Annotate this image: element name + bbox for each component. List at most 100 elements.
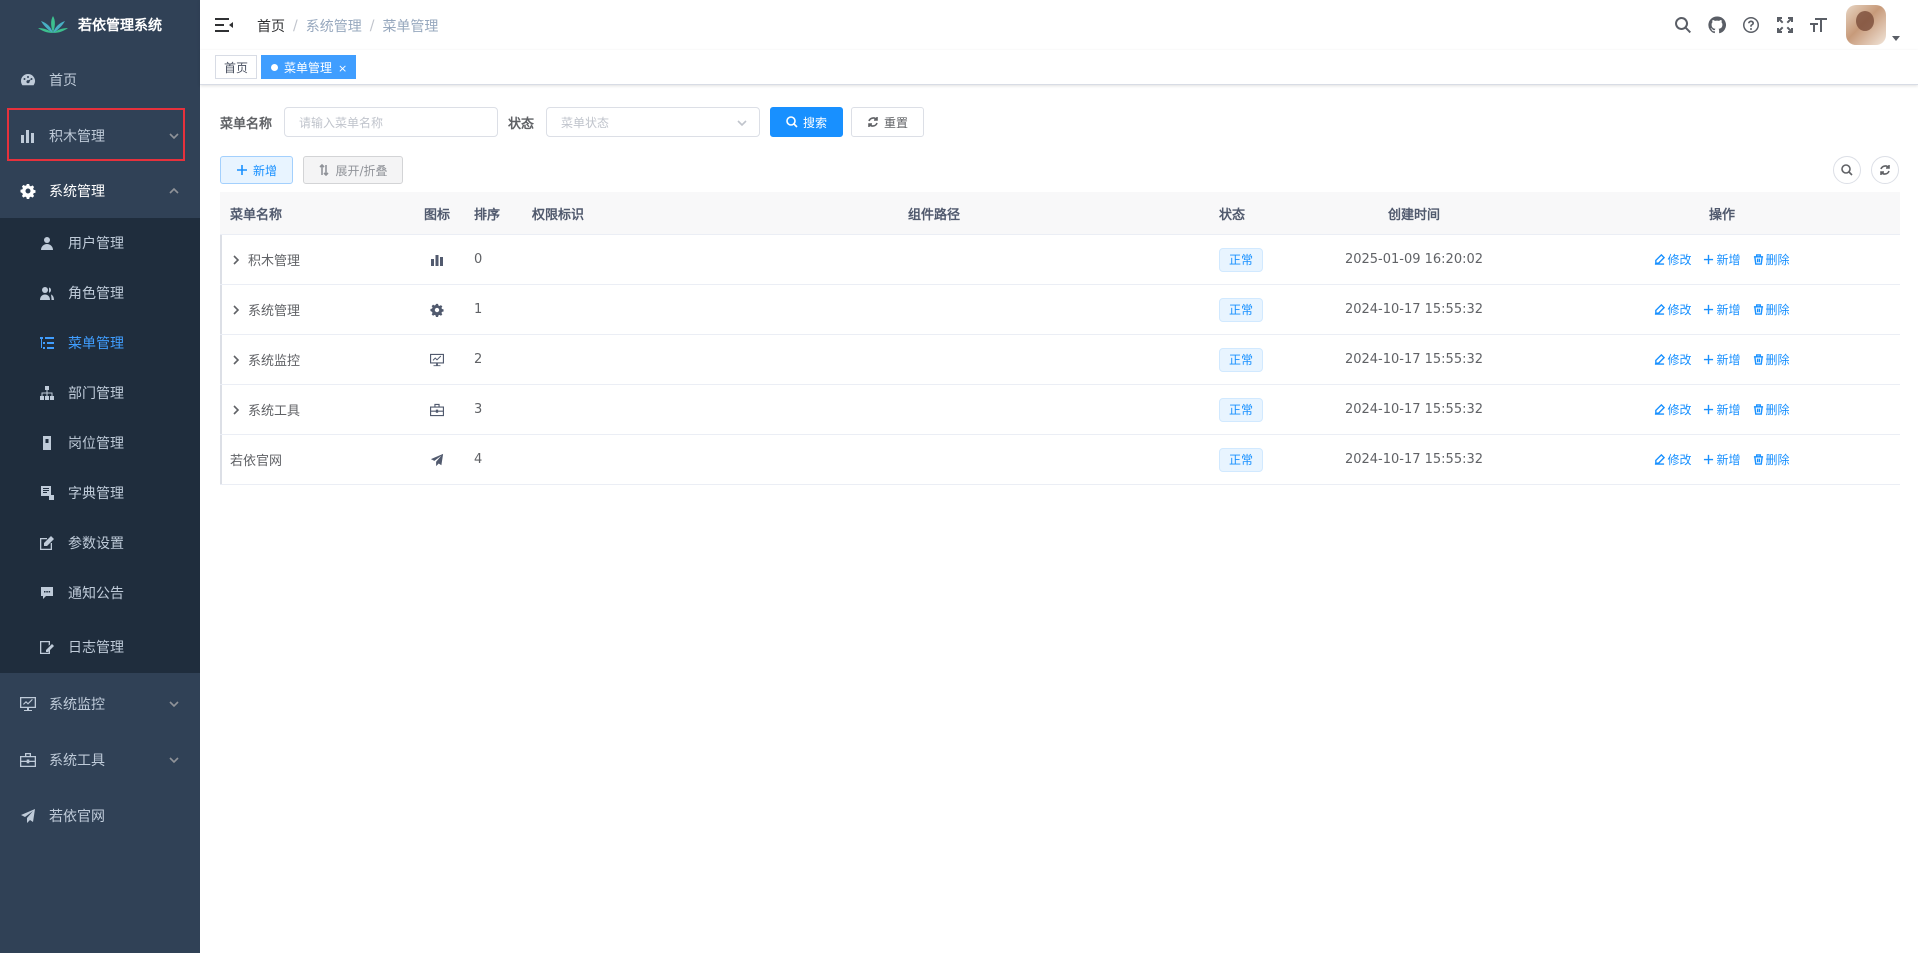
menu-order: 0 — [474, 252, 483, 267]
tag-home[interactable]: 首页 — [215, 55, 258, 79]
sidebar-item-posts[interactable]: 岗位管理 — [0, 418, 200, 468]
sidebar-item-depts[interactable]: 部门管理 — [0, 368, 200, 418]
menu-order: 2 — [474, 352, 483, 367]
refresh-icon — [1880, 165, 1890, 175]
add-child-button[interactable]: 新增 — [1703, 301, 1741, 318]
delete-button[interactable]: 删除 — [1753, 401, 1790, 418]
sidebar-item-label: 系统工具 — [49, 753, 105, 769]
table-row[interactable]: 系统工具 3 正常 2024-10-17 15:55:32 修改 新增 删除 — [220, 385, 1900, 435]
sidebar-item-roles[interactable]: 角色管理 — [0, 268, 200, 318]
menu-name-input[interactable]: 请输入菜单名称 — [284, 107, 499, 137]
trash-icon — [1753, 304, 1763, 315]
reset-button[interactable]: 重置 — [851, 107, 925, 137]
search-form: 菜单名称 请输入菜单名称 状态 菜单状态 搜索 重置 — [220, 106, 925, 138]
search-icon — [786, 116, 798, 128]
breadcrumb-home[interactable]: 首页 — [257, 16, 285, 36]
app-logo[interactable]: 若依管理系统 — [0, 0, 200, 50]
add-child-button[interactable]: 新增 — [1703, 351, 1741, 368]
plus-icon — [1704, 404, 1714, 415]
sidebar-item-label: 字典管理 — [68, 486, 124, 502]
sidebar-item-label: 菜单管理 — [68, 336, 124, 352]
message-icon — [40, 586, 54, 600]
hamburger-icon[interactable] — [215, 16, 233, 34]
edit-button[interactable]: 修改 — [1654, 401, 1691, 418]
create-time: 2024-10-17 15:55:32 — [1344, 302, 1484, 317]
edit-button[interactable]: 修改 — [1654, 301, 1691, 318]
table-row[interactable]: 系统管理 1 正常 2024-10-17 15:55:32 修改 新增 删除 — [220, 285, 1900, 335]
edit-button[interactable]: 修改 — [1654, 351, 1691, 368]
sidebar-item-system[interactable]: 系统管理 — [0, 163, 200, 219]
status-select[interactable]: 菜单状态 — [546, 107, 761, 137]
sidebar-item-label: 用户管理 — [68, 236, 124, 252]
sidebar-item-home[interactable]: 首页 — [0, 52, 200, 108]
sidebar-item-config[interactable]: 参数设置 — [0, 518, 200, 568]
fullscreen-icon[interactable] — [1768, 0, 1802, 50]
close-icon[interactable]: × — [338, 62, 347, 75]
menu-name-placeholder: 请输入菜单名称 — [299, 115, 384, 130]
question-icon[interactable] — [1734, 0, 1768, 50]
expand-arrow-icon[interactable] — [230, 304, 242, 316]
sidebar-item-label: 日志管理 — [68, 640, 124, 656]
column-header: 组件路径 — [907, 207, 960, 223]
sidebar-item-label: 参数设置 — [68, 536, 124, 552]
menu-name: 若依官网 — [230, 454, 283, 469]
status-badge: 正常 — [1219, 447, 1264, 472]
expand-arrow-icon[interactable] — [230, 254, 242, 266]
delete-button[interactable]: 删除 — [1753, 451, 1790, 468]
chart-icon — [408, 253, 466, 267]
sidebar-item-notice[interactable]: 通知公告 — [0, 568, 200, 618]
delete-button[interactable]: 删除 — [1753, 351, 1790, 368]
status-badge: 正常 — [1219, 297, 1264, 322]
add-child-button[interactable]: 新增 — [1703, 251, 1741, 268]
edit-label: 修改 — [1667, 353, 1692, 367]
edit-button[interactable]: 修改 — [1654, 251, 1691, 268]
sidebar-item-tools[interactable]: 系统工具 — [0, 732, 200, 788]
toggle-search-button[interactable] — [1833, 156, 1861, 184]
send-icon — [408, 453, 466, 467]
edit-icon — [1655, 304, 1666, 315]
sidebar-item-label: 系统管理 — [49, 184, 105, 200]
table-row[interactable]: 若依官网 4 正常 2024-10-17 15:55:32 修改 新增 删除 — [220, 435, 1900, 485]
edit-button[interactable]: 修改 — [1654, 451, 1691, 468]
sidebar-item-menus[interactable]: 菜单管理 — [0, 318, 200, 368]
delete-button[interactable]: 删除 — [1753, 251, 1790, 268]
plus-icon — [1704, 454, 1714, 465]
sidebar-item-dict[interactable]: 字典管理 — [0, 468, 200, 518]
column-header: 权限标识 — [532, 207, 585, 223]
column-header: 菜单名称 — [230, 207, 283, 223]
sidebar-item-users[interactable]: 用户管理 — [0, 218, 200, 268]
sidebar-item-jimu[interactable]: 积木管理 — [0, 108, 200, 164]
delete-label: 删除 — [1765, 253, 1790, 267]
table-row[interactable]: 积木管理 0 正常 2025-01-09 16:20:02 修改 新增 删除 — [220, 235, 1900, 285]
menu-order: 4 — [474, 452, 483, 467]
right-tools — [1666, 0, 1900, 50]
refresh-icon — [868, 117, 878, 127]
table-row[interactable]: 系统监控 2 正常 2024-10-17 15:55:32 修改 新增 删除 — [220, 335, 1900, 385]
sidebar-item-logs[interactable]: 日志管理 — [0, 621, 200, 673]
trash-icon — [1753, 354, 1763, 365]
expand-collapse-button[interactable]: 展开/折叠 — [303, 156, 403, 184]
add-button[interactable]: 新增 — [220, 156, 293, 184]
refresh-button[interactable] — [1871, 156, 1899, 184]
search-icon[interactable] — [1666, 0, 1700, 50]
expand-arrow-icon[interactable] — [230, 404, 242, 416]
delete-label: 删除 — [1765, 353, 1790, 367]
column-header: 创建时间 — [1387, 207, 1440, 223]
delete-button[interactable]: 删除 — [1753, 301, 1790, 318]
add-child-button[interactable]: 新增 — [1703, 401, 1741, 418]
tag-menu-management[interactable]: 菜单管理 × — [261, 55, 357, 79]
sidebar-item-website[interactable]: 若依官网 — [0, 788, 200, 844]
github-icon[interactable] — [1700, 0, 1734, 50]
font-size-icon[interactable] — [1802, 0, 1836, 50]
breadcrumb-current: 菜单管理 — [382, 19, 439, 35]
sidebar-item-monitor[interactable]: 系统监控 — [0, 676, 200, 732]
row-indicator — [220, 235, 222, 284]
search-button[interactable]: 搜索 — [770, 107, 844, 137]
add-child-button[interactable]: 新增 — [1703, 451, 1741, 468]
avatar[interactable] — [1846, 5, 1886, 45]
edit-label: 修改 — [1667, 453, 1692, 467]
gear-icon — [408, 303, 466, 317]
expand-arrow-icon[interactable] — [230, 354, 242, 366]
user-dropdown[interactable] — [1846, 5, 1900, 45]
create-time: 2024-10-17 15:55:32 — [1344, 352, 1484, 367]
